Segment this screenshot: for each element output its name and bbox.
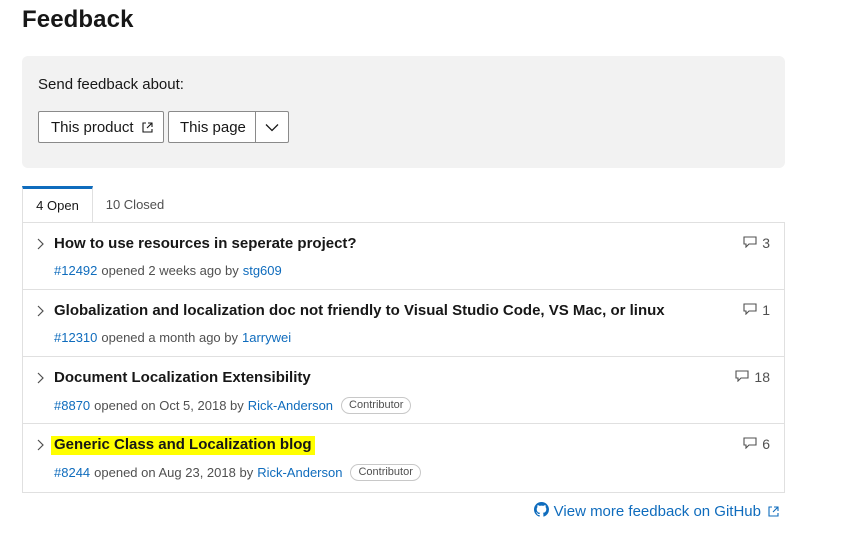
comment-count-value: 18 (754, 369, 770, 385)
chevron-right-icon[interactable] (35, 438, 45, 452)
issue-author-link[interactable]: Rick-Anderson (248, 398, 333, 413)
issue-title[interactable]: How to use resources in seperate project… (54, 235, 357, 252)
this-product-button[interactable]: This product (38, 111, 164, 143)
send-feedback-label: Send feedback about: (38, 76, 184, 93)
page-title: Feedback (22, 6, 134, 33)
issue-row[interactable]: Globalization and localization doc not f… (23, 290, 784, 357)
this-page-select[interactable]: This page (168, 111, 289, 143)
comment-count-value: 3 (762, 235, 770, 251)
contributor-badge: Contributor (350, 464, 421, 481)
issue-opened-text: opened on Aug 23, 2018 by (94, 465, 254, 480)
comment-icon (743, 302, 762, 318)
github-icon (533, 502, 554, 521)
issue-opened-text: opened 2 weeks ago by (101, 263, 239, 278)
comment-icon (743, 235, 762, 251)
issue-title[interactable]: Generic Class and Localization blog (51, 436, 315, 455)
github-link-label: View more feedback on GitHub (553, 503, 761, 520)
comment-icon (743, 436, 762, 452)
issue-author-link[interactable]: 1arrywei (242, 330, 291, 345)
issue-meta: #8870 opened on Oct 5, 2018 by Rick-Ande… (54, 397, 412, 414)
issue-author-link[interactable]: stg609 (243, 263, 282, 278)
issue-title[interactable]: Document Localization Extensibility (54, 369, 311, 386)
this-page-label: This page (180, 118, 246, 136)
view-more-github-link[interactable]: View more feedback on GitHub (533, 502, 784, 521)
issue-opened-text: opened a month ago by (101, 330, 238, 345)
chevron-right-icon[interactable] (35, 237, 45, 251)
comment-icon (735, 369, 754, 385)
issue-opened-text: opened on Oct 5, 2018 by (94, 398, 244, 413)
issue-meta: #12492 opened 2 weeks ago by stg609 (54, 263, 282, 278)
contributor-badge: Contributor (341, 397, 412, 414)
send-feedback-panel: Send feedback about: This product This p… (22, 56, 785, 168)
comment-count[interactable]: 6 (743, 436, 770, 452)
issue-list: How to use resources in seperate project… (22, 222, 785, 493)
tab-closed[interactable]: 10 Closed (93, 186, 177, 222)
issue-number-link[interactable]: #8244 (54, 465, 90, 480)
external-link-icon (768, 506, 784, 517)
chevron-down-icon[interactable] (255, 112, 288, 142)
issue-number-link[interactable]: #8870 (54, 398, 90, 413)
issue-meta: #8244 opened on Aug 23, 2018 by Rick-And… (54, 464, 421, 481)
this-product-label: This product (51, 118, 134, 136)
comment-count-value: 1 (762, 302, 770, 318)
issue-title[interactable]: Globalization and localization doc not f… (54, 302, 665, 319)
comment-count[interactable]: 3 (743, 235, 770, 251)
chevron-right-icon[interactable] (35, 304, 45, 318)
comment-count-value: 6 (762, 436, 770, 452)
issue-row[interactable]: Document Localization Extensibility #887… (23, 357, 784, 424)
issue-number-link[interactable]: #12310 (54, 330, 97, 345)
issue-row[interactable]: Generic Class and Localization blog #824… (23, 424, 784, 492)
external-link-icon (141, 121, 153, 133)
tab-open[interactable]: 4 Open (22, 186, 93, 222)
feedback-page: Feedback Send feedback about: This produ… (0, 0, 853, 551)
issue-author-link[interactable]: Rick-Anderson (257, 465, 342, 480)
issue-row[interactable]: How to use resources in seperate project… (23, 223, 784, 290)
issue-number-link[interactable]: #12492 (54, 263, 97, 278)
comment-count[interactable]: 1 (743, 302, 770, 318)
chevron-right-icon[interactable] (35, 371, 45, 385)
comment-count[interactable]: 18 (735, 369, 770, 385)
issue-meta: #12310 opened a month ago by 1arrywei (54, 330, 291, 345)
